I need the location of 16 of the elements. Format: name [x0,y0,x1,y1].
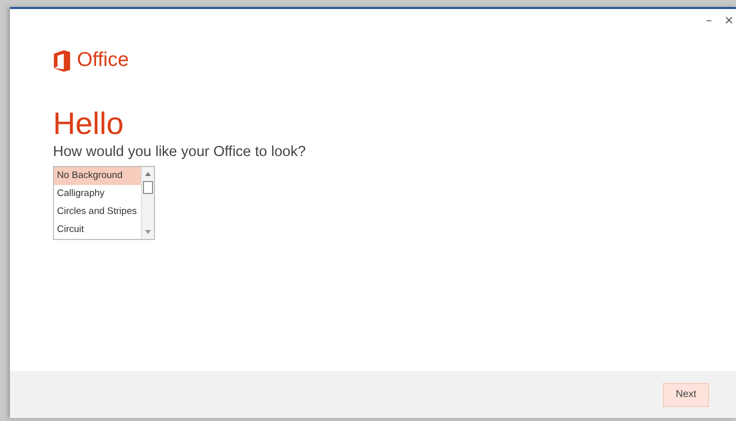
scroll-thumb[interactable] [143,181,153,194]
list-item[interactable]: No Background [54,167,141,185]
window-control[interactable]: × [724,9,734,29]
scrollbar[interactable] [141,167,154,239]
logo-icon [53,50,71,72]
list-item[interactable]: Calligraphy [54,185,141,203]
list-item[interactable]: Circuit [54,221,141,239]
scroll-up-icon[interactable] [143,170,153,178]
heading: Hello [53,106,125,142]
window-control[interactable]: – [706,9,712,29]
scroll-down-icon[interactable] [143,228,153,236]
next-button[interactable]: Next [663,382,709,406]
question: How would you like your Office to look? [53,144,307,160]
brand-name: Office [77,49,129,72]
list-item[interactable]: Circles and Stripes [54,203,141,221]
background-listbox[interactable]: No Background Calligraphy Circles and Stripes Circuit [53,166,155,240]
